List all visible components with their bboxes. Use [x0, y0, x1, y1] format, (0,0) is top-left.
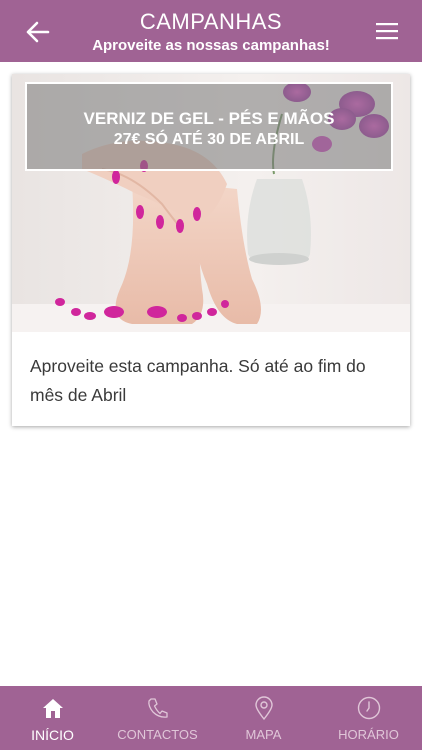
tab-label: CONTACTOS: [117, 727, 198, 742]
campaign-title: VERNIZ DE GEL - PÉS E MÃOS: [83, 109, 335, 128]
hamburger-menu-icon[interactable]: [374, 20, 400, 42]
tab-inicio[interactable]: INÍCIO: [0, 686, 105, 750]
campaign-card[interactable]: VERNIZ DE GEL - PÉS E MÃOS 27€ SÓ ATÉ 30…: [12, 74, 410, 426]
page-title: CAMPANHAS: [139, 9, 283, 34]
campaign-photo: VERNIZ DE GEL - PÉS E MÃOS 27€ SÓ ATÉ 30…: [12, 74, 410, 332]
home-icon: [42, 699, 63, 718]
app-header: CAMPANHAS Aproveite as nossas campanhas!: [0, 0, 422, 62]
tab-label: HORÁRIO: [338, 727, 399, 742]
tab-label: INÍCIO: [31, 727, 74, 743]
campaign-banner: VERNIZ DE GEL - PÉS E MÃOS 27€ SÓ ATÉ 30…: [25, 82, 393, 171]
campaign-price: 27€ SÓ ATÉ 30 DE ABRIL: [113, 131, 305, 148]
clock-icon: [357, 696, 380, 720]
tab-contactos[interactable]: CONTACTOS: [105, 686, 210, 750]
bottom-tab-bar: INÍCIO CONTACTOS MAPA HORÁRIO: [0, 686, 422, 750]
phone-icon: [147, 698, 168, 718]
tab-label: MAPA: [245, 727, 282, 742]
tab-horario[interactable]: HORÁRIO: [316, 686, 421, 750]
campaign-description: Aproveite esta campanha. Só até ao fim d…: [30, 356, 366, 405]
map-pin-icon: [254, 696, 273, 721]
page-subtitle: Aproveite as nossas campanhas!: [92, 37, 330, 54]
tab-mapa[interactable]: MAPA: [211, 686, 316, 750]
